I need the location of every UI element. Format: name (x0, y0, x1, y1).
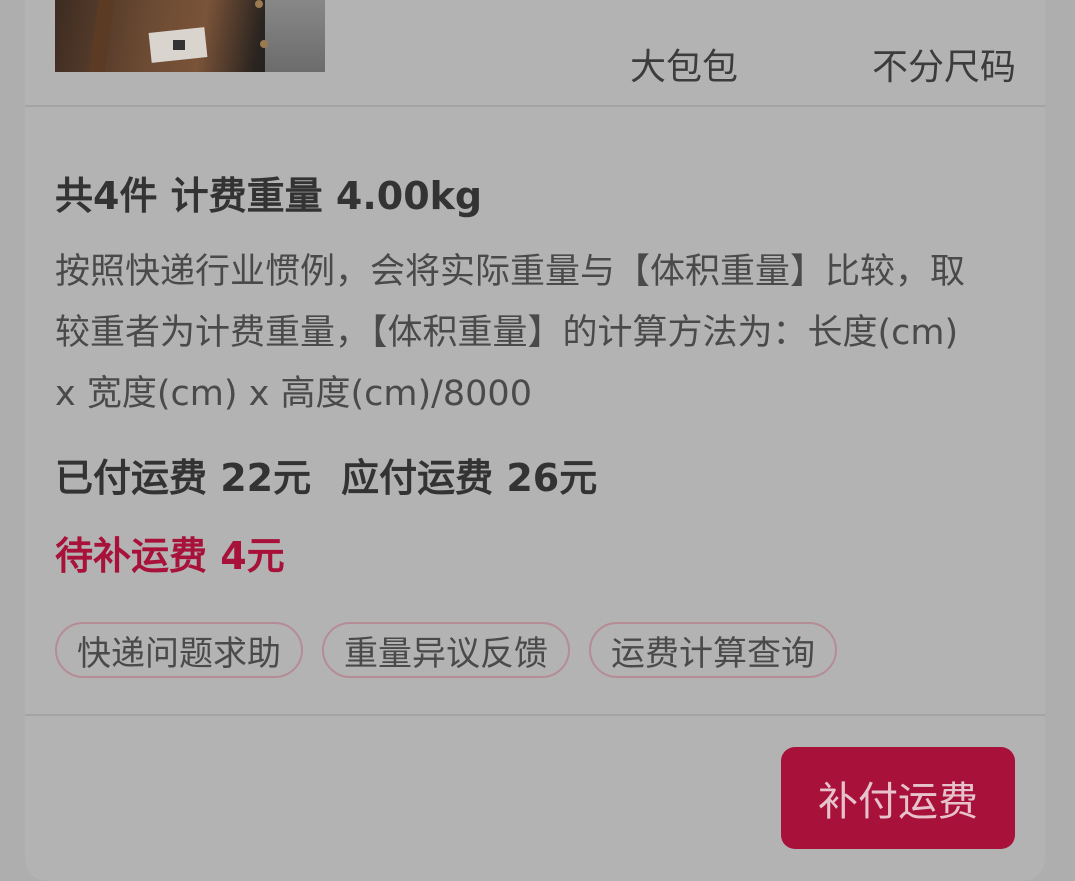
payable-fee: 应付运费 26元 (341, 456, 598, 500)
divider (25, 714, 1045, 716)
product-color-spec: 大包包 (630, 47, 739, 88)
chip-fee-query[interactable]: 运费计算查询 (589, 622, 837, 678)
paid-fee: 已付运费 22元 (55, 456, 312, 500)
rivet-icon (255, 0, 263, 8)
due-fee: 待补运费 4元 (55, 534, 285, 578)
weight-summary: 共4件 计费重量 4.00kg (55, 174, 483, 218)
thumbnail-background (265, 0, 325, 72)
bag-strap-shape (88, 0, 118, 72)
weight-calculation-note: 按照快递行业惯例，会将实际重量与【体积重量】比较，取较重者为计费重量，【体积重量… (55, 252, 966, 414)
order-card: 大包包 不分尺码 共4件 计费重量 4.00kg 按照快递行业惯例，会将实际重量… (25, 0, 1045, 881)
fee-summary: 已付运费 22元 应付运费 26元 (55, 447, 597, 502)
rivet-icon (260, 40, 268, 48)
chip-express-help[interactable]: 快递问题求助 (55, 622, 303, 678)
divider (25, 105, 1045, 107)
product-size-spec: 不分尺码 (872, 47, 1017, 88)
product-thumbnail[interactable] (55, 0, 325, 72)
bag-tag-mark (173, 40, 185, 50)
chip-weight-dispute[interactable]: 重量异议反馈 (322, 622, 570, 678)
help-chips: 快递问题求助 重量异议反馈 运费计算查询 (55, 622, 837, 678)
pay-shipping-button[interactable]: 补付运费 (781, 747, 1015, 849)
